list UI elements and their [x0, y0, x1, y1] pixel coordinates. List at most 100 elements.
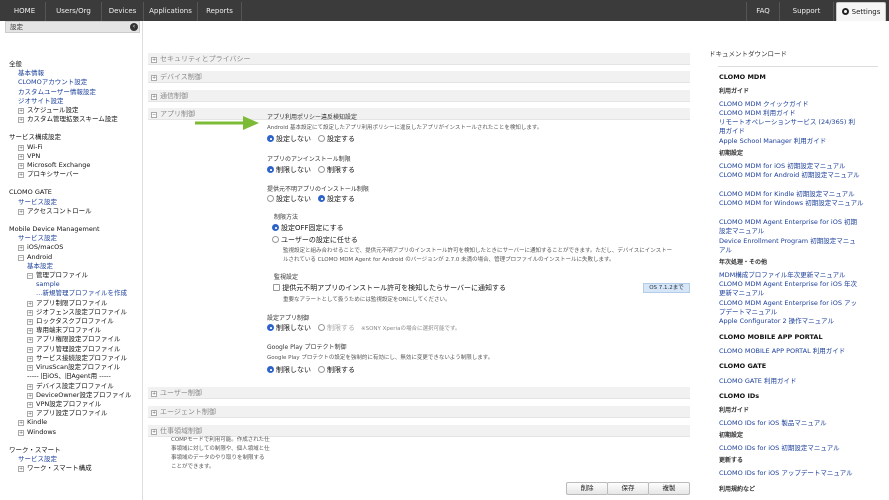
expand-icon[interactable]: + [151, 75, 157, 81]
collapse-icon[interactable]: − [18, 254, 24, 261]
unknown-source-on-radio[interactable]: 設定する [318, 194, 355, 204]
doc-link[interactable]: CLOMO MDM for Android 初期設定マニュアル [719, 169, 860, 179]
sidebar-item-vpn-profile[interactable]: + VPN設定プロファイル [9, 400, 131, 409]
radio-selected-icon[interactable] [267, 166, 274, 173]
expand-icon[interactable]: + [151, 391, 157, 397]
collapse-icon[interactable]: − [27, 273, 33, 280]
sidebar-item-virusscan[interactable]: + VirusScan設定プロファイル [9, 363, 131, 372]
radio-icon[interactable] [318, 324, 325, 331]
user-choice-radio[interactable]: ユーザーの設定に任せる [272, 235, 358, 245]
policy-violation-off-radio[interactable]: 設定しない [267, 134, 311, 144]
sidebar-item-custom-user-info[interactable]: カスタムユーザー情報設定 [18, 88, 96, 96]
play-protect-restrict-radio[interactable]: 制限する [318, 365, 355, 375]
expand-icon[interactable]: + [27, 383, 33, 390]
sidebar-item-android-basic[interactable]: 基本設定 [27, 262, 53, 270]
doc-link[interactable]: Device Enrollment Program 初期設定マニュ [719, 235, 856, 245]
radio-selected-icon[interactable] [267, 135, 274, 142]
copy-button[interactable]: 複製 [648, 482, 690, 495]
section-comm-control[interactable]: + 通信制御 [148, 90, 690, 102]
nav-faq[interactable]: FAQ [746, 2, 780, 21]
radio-icon[interactable] [267, 195, 274, 202]
doc-link[interactable]: CLOMO MDM for Windows 初期設定マニュアル [719, 197, 864, 207]
sidebar-item-management-profile[interactable]: − 管理プロファイル [9, 271, 131, 280]
expand-icon[interactable]: + [151, 429, 157, 435]
sidebar-item-exchange[interactable]: + Microsoft Exchange [9, 161, 131, 170]
unknown-source-off-radio[interactable]: 設定しない [267, 194, 311, 204]
radio-selected-icon[interactable] [267, 324, 274, 331]
sidebar-item-basic-info[interactable]: 基本情報 [18, 69, 44, 77]
delete-button[interactable]: 削除 [566, 482, 608, 495]
nav-settings[interactable]: Settings [836, 2, 886, 21]
doc-link[interactable]: 更新マニュアル [719, 287, 764, 297]
sidebar-item-android[interactable]: − Android [9, 253, 131, 262]
sidebar-item-custom-scheme[interactable]: + カスタム管理拡張スキーム設定 [9, 115, 131, 124]
nav-tab-home[interactable]: HOME [4, 2, 46, 21]
fixed-off-radio[interactable]: 設定OFF固定にする [272, 223, 344, 233]
sidebar-item-access-control[interactable]: + アクセスコントロール [9, 207, 131, 216]
expand-icon[interactable]: + [151, 94, 157, 100]
sidebar-item-geosite[interactable]: ジオサイト設定 [18, 97, 64, 105]
sidebar-item-app-settings[interactable]: + アプリ設定プロファイル [9, 409, 131, 418]
radio-icon[interactable] [318, 366, 325, 373]
expand-icon[interactable]: + [18, 163, 24, 170]
doc-link[interactable]: CLOMO IDs for iOS 初期設定マニュアル [719, 442, 840, 452]
sidebar-item-mdm-service[interactable]: サービス設定 [18, 234, 57, 242]
doc-link[interactable]: CLOMO MOBILE APP PORTAL 利用ガイド [719, 345, 845, 355]
sidebar-item-new-profile[interactable]: …新規管理プロファイルを作成 [36, 289, 127, 297]
expand-icon[interactable]: + [27, 300, 33, 307]
doc-link[interactable]: 設定マニュアル [719, 225, 764, 235]
expand-icon[interactable]: + [27, 355, 33, 362]
doc-link[interactable]: CLOMO GATE 利用ガイド [719, 375, 796, 385]
uninstall-no-restrict-radio[interactable]: 制限しない [267, 165, 311, 175]
expand-icon[interactable]: + [27, 337, 33, 344]
sidebar-item-service-connection[interactable]: + サービス接続設定プロファイル [9, 354, 131, 363]
radio-icon[interactable] [318, 135, 325, 142]
section-security[interactable]: + セキュリティとプライバシー [148, 53, 690, 65]
radio-selected-icon[interactable] [318, 195, 325, 202]
sidebar-item-app-permission[interactable]: + アプリ権限設定プロファイル [9, 335, 131, 344]
doc-link[interactable]: アル [719, 244, 732, 254]
uninstall-restrict-radio[interactable]: 制限する [318, 165, 355, 175]
expand-icon[interactable]: + [18, 429, 24, 436]
expand-icon[interactable]: + [151, 410, 157, 416]
doc-link[interactable]: Apple Configurator 2 操作マニュアル [719, 315, 834, 325]
section-device-control[interactable]: + デバイス制御 [148, 71, 690, 83]
sidebar-item-clomo-account[interactable]: CLOMOアカウント設定 [18, 78, 87, 86]
radio-selected-icon[interactable] [267, 366, 274, 373]
sidebar-item-vpn[interactable]: + VPN [9, 152, 131, 161]
expand-icon[interactable]: + [18, 420, 24, 427]
expand-icon[interactable]: + [151, 57, 157, 63]
expand-icon[interactable]: + [18, 153, 24, 160]
sidebar-item-locktask[interactable]: + ロックタスクプロファイル [9, 317, 131, 326]
sidebar-item-schedule[interactable]: + スケジュール設定 [9, 106, 131, 115]
section-agent-control[interactable]: + エージェント制御 [148, 406, 690, 418]
expand-icon[interactable]: + [27, 309, 33, 316]
checkbox-icon[interactable] [273, 284, 280, 291]
sidebar-item-proxy[interactable]: + プロキシサーバー [9, 170, 131, 179]
doc-link[interactable]: 用ガイド [719, 125, 745, 135]
collapse-icon[interactable]: − [151, 112, 157, 118]
expand-icon[interactable]: + [18, 144, 24, 151]
play-protect-no-restrict-radio[interactable]: 制限しない [267, 365, 311, 375]
collapse-sidebar-icon[interactable]: ‹ [130, 23, 138, 31]
expand-icon[interactable]: + [27, 392, 33, 399]
policy-violation-on-radio[interactable]: 設定する [318, 134, 355, 144]
save-button[interactable]: 保存 [607, 482, 649, 495]
sidebar-item-geofence[interactable]: + ジオフェンス設定プロファイル [9, 308, 131, 317]
nav-tab-users-org[interactable]: Users/Org [46, 2, 102, 21]
config-app-no-restrict-radio[interactable]: 制限しない [267, 323, 311, 333]
expand-icon[interactable]: + [18, 172, 24, 179]
sidebar-item-sample[interactable]: sample [36, 280, 60, 288]
sidebar-item-ws-service[interactable]: サービス設定 [18, 455, 57, 463]
doc-link[interactable]: Apple School Manager 利用ガイド [719, 135, 826, 145]
sidebar-item-windows[interactable]: + Windows [9, 428, 131, 437]
radio-icon[interactable] [272, 236, 279, 243]
nav-tab-reports[interactable]: Reports [198, 2, 242, 21]
expand-icon[interactable]: + [27, 365, 33, 372]
sidebar-item-wifi[interactable]: + Wi-Fi [9, 143, 131, 152]
expand-icon[interactable]: + [27, 328, 33, 335]
expand-icon[interactable]: + [18, 466, 24, 473]
sidebar-item-app-management[interactable]: + アプリ管理設定プロファイル [9, 345, 131, 354]
expand-icon[interactable]: + [18, 208, 24, 215]
config-app-restrict-radio[interactable]: 制限する [318, 323, 355, 333]
